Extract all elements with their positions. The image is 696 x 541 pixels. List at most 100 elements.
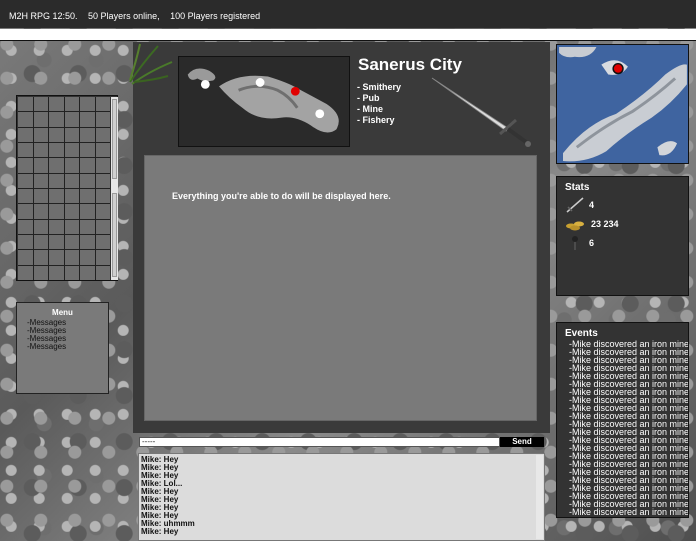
inventory-slot[interactable] <box>18 142 33 158</box>
inventory-slot[interactable] <box>95 188 110 204</box>
inventory-slot[interactable] <box>33 142 48 158</box>
inventory-slot[interactable] <box>18 97 33 112</box>
chat-input[interactable]: ----- <box>139 437 500 447</box>
inventory-slot[interactable] <box>64 234 79 250</box>
inventory-slot[interactable] <box>18 219 33 234</box>
inventory-slot[interactable] <box>33 158 48 173</box>
chat-message: Mike: Hey <box>141 487 179 496</box>
inventory-slot[interactable] <box>18 265 33 280</box>
location-link-fishery[interactable]: - Fishery <box>357 115 401 126</box>
inventory-slot[interactable] <box>95 158 110 173</box>
chat-message: Mike: Hey <box>141 455 179 464</box>
inventory-slot[interactable] <box>49 112 64 127</box>
location-link-smithery[interactable]: - Smithery <box>357 82 401 93</box>
inventory-slot[interactable] <box>95 219 110 234</box>
inventory-slot[interactable] <box>80 265 95 280</box>
city-locations-list: - Smithery - Pub - Mine - Fishery <box>357 82 401 126</box>
inventory-slot[interactable] <box>95 204 110 219</box>
sword-icon <box>566 197 584 213</box>
menu-panel: Menu -Messages -Messages -Messages -Mess… <box>16 302 109 394</box>
inventory-slot[interactable] <box>95 142 110 158</box>
inventory-slot[interactable] <box>33 188 48 204</box>
inventory-slot[interactable] <box>49 97 64 112</box>
inventory-slot[interactable] <box>80 142 95 158</box>
inventory-slot[interactable] <box>33 112 48 127</box>
location-link-mine[interactable]: - Mine <box>357 104 401 115</box>
inventory-slot[interactable] <box>49 250 64 265</box>
inventory-slot[interactable] <box>18 250 33 265</box>
inventory-slot[interactable] <box>64 188 79 204</box>
inventory-slot[interactable] <box>18 188 33 204</box>
inventory-scrollbar[interactable] <box>111 97 118 280</box>
inventory-slot[interactable] <box>33 173 48 188</box>
menu-item-messages[interactable]: -Messages <box>27 343 108 351</box>
inventory-slot[interactable] <box>80 219 95 234</box>
scroll-thumb[interactable] <box>112 99 117 179</box>
chat-scrollbar[interactable] <box>536 455 543 539</box>
map-marker-icon[interactable] <box>255 78 265 87</box>
current-location-marker-icon[interactable] <box>290 86 300 96</box>
inventory-slot[interactable] <box>64 97 79 112</box>
inventory-slot[interactable] <box>64 173 79 188</box>
inventory-slot[interactable] <box>33 204 48 219</box>
inventory-slot[interactable] <box>80 127 95 142</box>
inventory-grid-panel <box>16 95 118 281</box>
inventory-slot[interactable] <box>49 265 64 280</box>
inventory-slot[interactable] <box>49 173 64 188</box>
inventory-slot[interactable] <box>80 173 95 188</box>
inventory-slot[interactable] <box>18 204 33 219</box>
inventory-slot[interactable] <box>33 127 48 142</box>
action-display-area: Everything you're able to do will be dis… <box>144 155 537 421</box>
inventory-slot[interactable] <box>64 265 79 280</box>
inventory-slot[interactable] <box>64 219 79 234</box>
inventory-slot[interactable] <box>80 188 95 204</box>
inventory-slot[interactable] <box>80 97 95 112</box>
inventory-slot[interactable] <box>49 204 64 219</box>
inventory-slot[interactable] <box>95 127 110 142</box>
inventory-slot[interactable] <box>64 112 79 127</box>
inventory-slot[interactable] <box>95 265 110 280</box>
map-marker-icon[interactable] <box>200 79 210 89</box>
inventory-slot[interactable] <box>80 234 95 250</box>
inventory-slot[interactable] <box>80 158 95 173</box>
inventory-slot[interactable] <box>64 142 79 158</box>
inventory-slot[interactable] <box>95 250 110 265</box>
action-placeholder-text: Everything you're able to do will be dis… <box>172 191 391 201</box>
inventory-slot[interactable] <box>33 250 48 265</box>
inventory-slot[interactable] <box>95 173 110 188</box>
inventory-slot[interactable] <box>49 142 64 158</box>
inventory-slot[interactable] <box>80 112 95 127</box>
inventory-slot[interactable] <box>33 219 48 234</box>
inventory-slot[interactable] <box>33 234 48 250</box>
world-minimap[interactable] <box>556 44 689 164</box>
island-map[interactable] <box>178 56 350 147</box>
inventory-slot[interactable] <box>64 250 79 265</box>
inventory-slot[interactable] <box>18 158 33 173</box>
inventory-slot[interactable] <box>18 112 33 127</box>
inventory-slot[interactable] <box>33 265 48 280</box>
inventory-slot[interactable] <box>95 97 110 112</box>
location-link-pub[interactable]: - Pub <box>357 93 401 104</box>
inventory-slot[interactable] <box>95 112 110 127</box>
map-marker-icon[interactable] <box>315 109 325 119</box>
inventory-slot[interactable] <box>95 234 110 250</box>
inventory-slot[interactable] <box>49 158 64 173</box>
scroll-thumb[interactable] <box>112 193 117 277</box>
inventory-slot[interactable] <box>49 127 64 142</box>
inventory-slot[interactable] <box>64 204 79 219</box>
inventory-slot[interactable] <box>80 250 95 265</box>
inventory-slot[interactable] <box>64 158 79 173</box>
inventory-slot[interactable] <box>18 234 33 250</box>
send-button[interactable]: Send <box>500 437 544 447</box>
inventory-slot[interactable] <box>49 234 64 250</box>
inventory-slot[interactable] <box>18 173 33 188</box>
inventory-slot[interactable] <box>64 127 79 142</box>
inventory-slot[interactable] <box>33 97 48 112</box>
stat-gold-value: 23 234 <box>591 219 619 229</box>
inventory-grid <box>18 97 110 280</box>
inventory-slot[interactable] <box>18 127 33 142</box>
inventory-slot[interactable] <box>49 188 64 204</box>
inventory-slot[interactable] <box>80 204 95 219</box>
inventory-slot[interactable] <box>49 219 64 234</box>
top-status-bar: M2H RPG 12:50. 50 Players online, 100 Pl… <box>0 0 696 28</box>
